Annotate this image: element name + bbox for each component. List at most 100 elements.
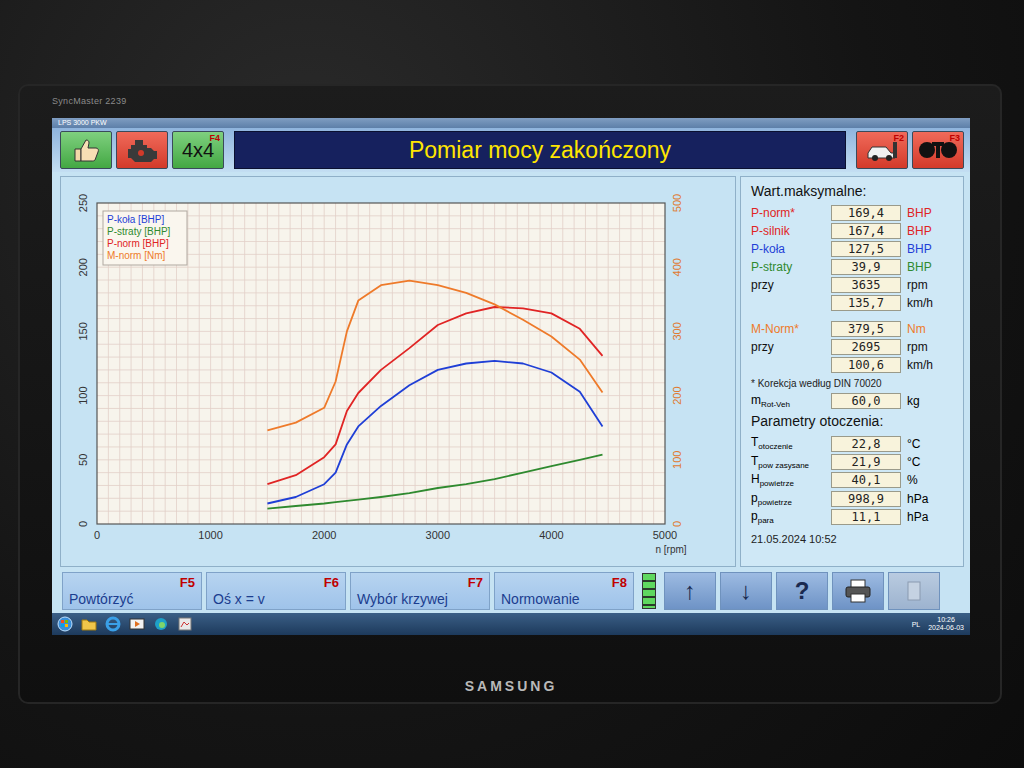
- left-tick: 0: [77, 521, 89, 527]
- left-tick: 250: [77, 194, 89, 212]
- legend-item: P-norm [BHP]: [107, 238, 169, 249]
- taskbar-item[interactable]: [176, 616, 194, 632]
- series-line: [267, 307, 602, 484]
- unit-label: hPa: [907, 510, 957, 524]
- legend-item: P-straty [BHP]: [107, 226, 171, 237]
- language-indicator[interactable]: PL: [912, 621, 921, 628]
- series-line: [267, 455, 602, 509]
- right-tick: 400: [671, 258, 683, 276]
- button-glyph: ↑: [684, 577, 696, 605]
- left-tick: 100: [77, 386, 89, 404]
- unit-label: %: [907, 473, 957, 487]
- unit-label: rpm: [907, 340, 957, 354]
- value-grid: P-norm*169,4BHPP-silnik167,4BHPP-koła127…: [747, 205, 957, 311]
- fkey-label: F4: [209, 133, 220, 143]
- fkey-label: F3: [949, 133, 960, 143]
- thumbs-up-icon: [71, 136, 101, 164]
- taskbar-item[interactable]: [128, 616, 146, 632]
- function-bar: Powtórzyć F5 Oś x = vF6Wybór krzywejF7Norm…: [52, 569, 970, 613]
- tool-button[interactable]: [832, 572, 884, 610]
- power-chart: 0501001502002500100200300400500010002000…: [61, 177, 735, 562]
- value-label: ppowietrze: [751, 491, 825, 507]
- value-label: Tpow zasysane: [751, 454, 825, 470]
- x-axis-label: n [rpm]: [655, 544, 686, 555]
- toolbar: 4x4F4 Pomiar mocy zakończony F2 F3: [52, 128, 970, 172]
- value-label: P-silnik: [751, 224, 825, 238]
- right-tick: 0: [671, 521, 683, 527]
- unit-label: BHP: [907, 260, 957, 274]
- title-bar: LPS 3000 PKW: [52, 118, 970, 128]
- taskbar-item[interactable]: [56, 616, 74, 632]
- label-subscript: otoczenie: [758, 443, 792, 452]
- value-label: przy: [751, 340, 825, 354]
- label-text: przy: [751, 340, 774, 354]
- main-area: 0501001502002500100200300400500010002000…: [52, 172, 970, 569]
- function-button[interactable]: NormowanieF8: [494, 572, 634, 610]
- chart-panel: 0501001502002500100200300400500010002000…: [60, 176, 736, 567]
- value-label: mRot-Veh: [751, 393, 825, 409]
- function-button[interactable]: Wybór krzywejF7: [350, 572, 490, 610]
- label-text: M-Norm*: [751, 322, 799, 336]
- label-text: p: [751, 509, 758, 523]
- tool-button[interactable]: ↓: [720, 572, 772, 610]
- clock-time: 10:26: [937, 616, 955, 624]
- value-box: 169,4: [831, 205, 901, 221]
- unit-label: km/h: [907, 358, 957, 372]
- correction-note: * Korekcja według DIN 70020: [747, 375, 957, 391]
- value-label: ppara: [751, 509, 825, 525]
- unit-label: °C: [907, 455, 957, 469]
- measurement-date: 21.05.2024 10:52: [747, 527, 957, 545]
- value-grid: M-Norm*379,5Nmprzy2695rpm100,6km/h: [747, 321, 957, 373]
- right-tick: 300: [671, 322, 683, 340]
- label-text: m: [751, 393, 761, 407]
- button-label: Powtórzyć: [69, 592, 134, 606]
- function-button[interactable]: Powtórzyć F5: [62, 572, 202, 610]
- button-glyph: ?: [795, 577, 810, 605]
- value-label: P-koła: [751, 242, 825, 256]
- x-tick: 1000: [198, 529, 222, 541]
- tool-button[interactable]: ↑: [664, 572, 716, 610]
- unit-label: °C: [907, 437, 957, 451]
- bezel-bottom: SAMSUNG: [52, 635, 970, 704]
- value-box: 127,5: [831, 241, 901, 257]
- rollers-button[interactable]: F3: [912, 131, 964, 169]
- label-text: P-koła: [751, 242, 785, 256]
- x-tick: 5000: [653, 529, 677, 541]
- model-label: SyncMaster 2239: [52, 96, 127, 106]
- status-title: Pomiar mocy zakończony: [234, 131, 846, 169]
- value-box: 2695: [831, 339, 901, 355]
- drive-button[interactable]: 4x4F4: [172, 131, 224, 169]
- window-title: LPS 3000 PKW: [58, 119, 107, 126]
- function-button[interactable]: Oś x = vF6: [206, 572, 346, 610]
- spacer: [747, 313, 957, 319]
- maxima-heading: Wart.maksymalne:: [747, 181, 957, 203]
- torque-curve: [267, 281, 602, 431]
- value-grid: mRot-Veh60,0kg: [747, 393, 957, 409]
- unit-label: BHP: [907, 206, 957, 220]
- engine-button[interactable]: [116, 131, 168, 169]
- car-button[interactable]: F2: [856, 131, 908, 169]
- label-text: H: [751, 472, 760, 486]
- clock[interactable]: 10:262024-06-03: [928, 616, 964, 632]
- label-text: T: [751, 435, 758, 449]
- fkey-label: F8: [612, 575, 627, 590]
- taskbar-item[interactable]: [80, 616, 98, 632]
- unit-label: BHP: [907, 242, 957, 256]
- taskbar-item[interactable]: [152, 616, 170, 632]
- left-tick: 200: [77, 258, 89, 276]
- tool-button[interactable]: ?: [776, 572, 828, 610]
- screen: LPS 3000 PKW 4x4F4 Pomiar mocy zakończony F…: [52, 118, 970, 635]
- label-text: P-norm*: [751, 206, 795, 220]
- taskbar: PL 10:262024-06-03: [52, 613, 970, 635]
- fkey-label: F5: [180, 575, 195, 590]
- unit-label: BHP: [907, 224, 957, 238]
- right-tick: 200: [671, 386, 683, 404]
- value-label: Hpowietrze: [751, 472, 825, 488]
- thumb-button[interactable]: [60, 131, 112, 169]
- left-tick: 150: [77, 322, 89, 340]
- label-subscript: powietrze: [760, 480, 794, 489]
- taskbar-item[interactable]: [104, 616, 122, 632]
- series-line: [267, 281, 602, 431]
- tool-button[interactable]: [888, 572, 940, 610]
- media-icon: [128, 616, 146, 632]
